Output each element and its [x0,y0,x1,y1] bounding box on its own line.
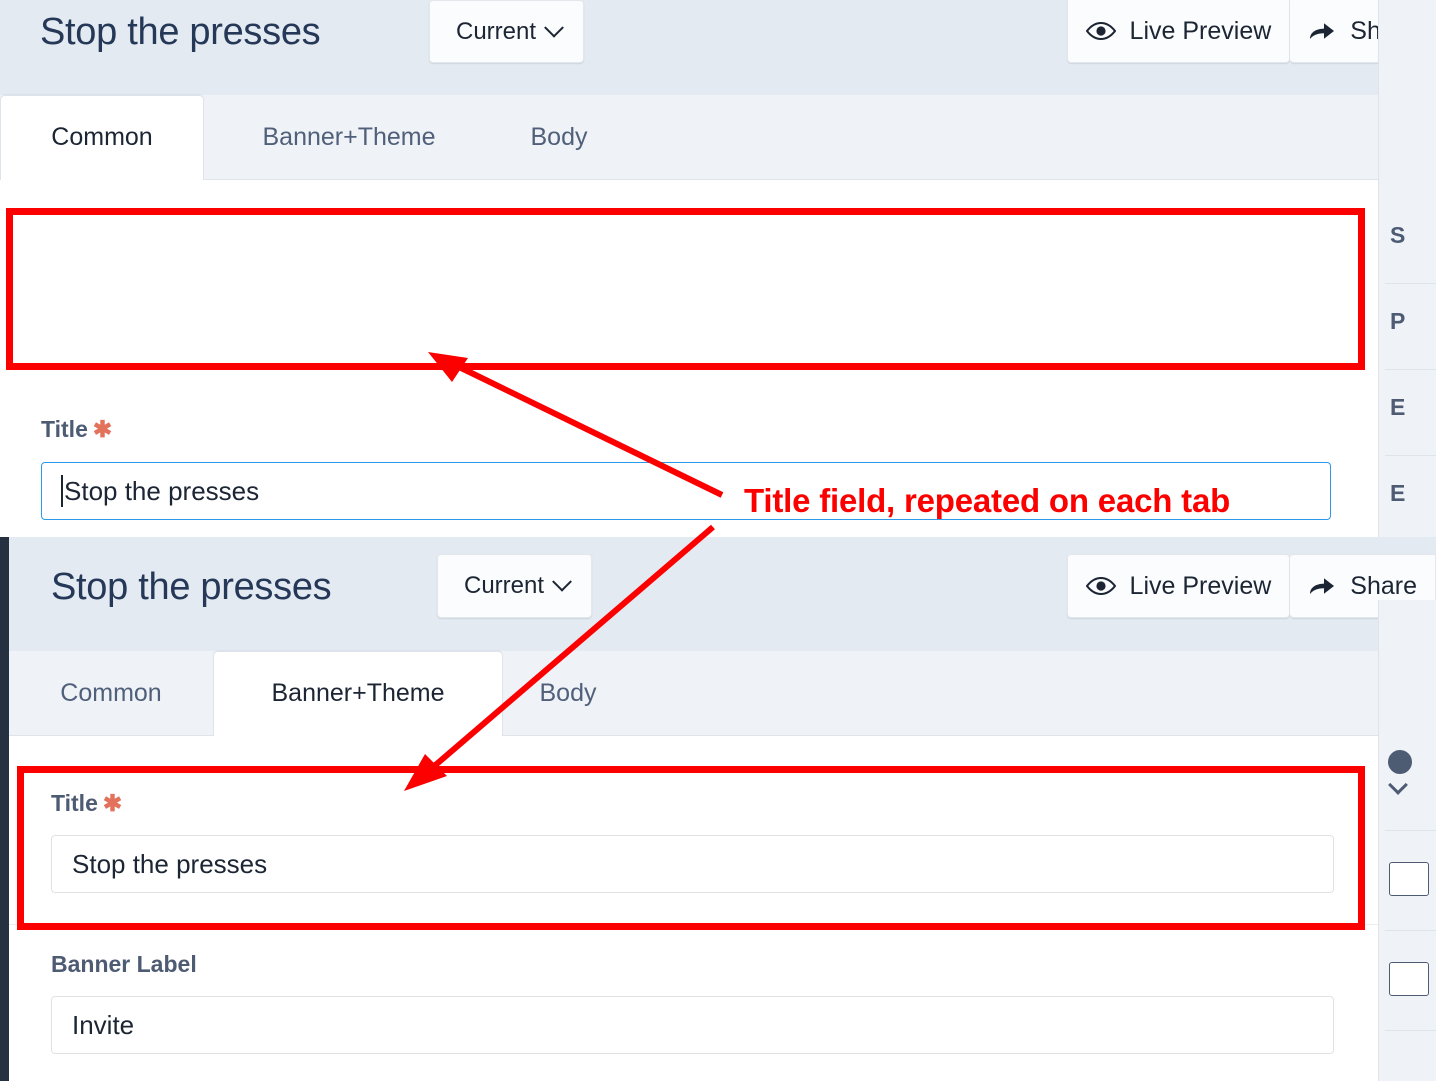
version-dropdown-button[interactable]: Current [429,0,585,63]
share-arrow-icon-bottom [1308,575,1336,597]
rail-item-label-p: P [1390,308,1406,334]
rail-divider-b1 [1385,830,1436,831]
banner-label-input-value: Invite [72,1009,135,1040]
tab-body-label-bottom: Body [539,679,597,707]
title-input-bottom[interactable]: Stop the presses [51,835,1334,893]
rail-divider-b2 [1385,930,1436,931]
tab-banner-theme[interactable]: Banner+Theme [204,95,494,179]
title-field-label: Title ✱ [41,416,112,443]
required-asterisk-bottom: ✱ [102,790,123,816]
form-panel-bottom: Title ✱ Stop the presses Banner Label Inv… [9,736,1378,1081]
eye-icon [1085,21,1116,41]
chevron-down-icon [544,17,564,38]
title-label-text-bottom: Title [51,790,98,816]
left-accent-stripe [0,537,9,1081]
tab-common-label-bottom: Common [60,679,162,707]
version-dropdown-label: Current [456,17,537,45]
live-preview-label-bottom: Live Preview [1129,571,1272,600]
title-field-label-bottom: Title ✱ [51,790,122,817]
tab-banner-theme-bottom[interactable]: Banner+Theme [213,651,503,736]
tabstrip-bottom: Common Banner+Theme Body [9,651,1436,736]
eye-icon-bottom [1085,576,1116,596]
tab-banner-theme-label-bottom: Banner+Theme [271,679,445,707]
tab-body-label: Body [530,123,588,151]
banner-label-input[interactable]: Invite [51,996,1334,1054]
app-header-top: Stop the presses Current Live Preview [0,0,1436,95]
live-preview-button-bottom[interactable]: Live Preview [1066,554,1291,618]
rail-item-label-s: S [1390,222,1406,248]
tab-banner-theme-label: Banner+Theme [262,123,436,151]
bottom-screenshot: Stop the presses Current Live Preview Sh… [0,537,1436,1081]
required-asterisk: ✱ [92,416,113,442]
annotation-label: Title field, repeated on each tab [744,482,1231,519]
right-sidebar-bottom [1378,600,1436,1081]
rail-chevron-down-icon [1388,775,1408,795]
live-preview-button[interactable]: Live Preview [1066,0,1291,63]
tab-common-bottom[interactable]: Common [9,651,213,735]
app-header-bottom: Stop the presses Current Live Preview Sh… [9,537,1436,651]
banner-label-text: Banner Label [51,951,197,977]
tab-body[interactable]: Body [494,95,624,179]
version-dropdown-label-bottom: Current [464,572,545,599]
screenshot-composite: Stop the presses Current Live Preview Co… [0,0,1436,1081]
text-caret [61,475,63,507]
field-divider-bottom [9,924,1378,925]
rail-item-label-e2: E [1390,480,1406,506]
live-preview-label: Live Preview [1129,16,1272,45]
right-sidebar-top: S P E E [1378,0,1436,537]
tab-body-bottom[interactable]: Body [503,651,633,735]
banner-label-field-label: Banner Label [51,951,197,978]
rail-divider-2 [1385,369,1436,370]
chevron-down-icon-bottom [552,571,572,592]
tab-common-label: Common [51,123,153,151]
rail-divider-3 [1385,455,1436,456]
rail-field-box-2[interactable] [1389,962,1429,996]
page-title: Stop the presses [40,11,321,53]
title-label-text: Title [41,416,88,442]
version-dropdown-button-bottom[interactable]: Current [437,554,593,618]
rail-avatar-icon [1388,750,1412,774]
tabstrip-top: Common Banner+Theme Body [0,95,1436,180]
rail-divider-b3 [1385,1030,1436,1031]
title-input-value-bottom: Stop the presses [72,848,268,879]
page-title-bottom: Stop the presses [51,566,332,608]
title-input-value: Stop the presses [64,475,260,506]
top-screenshot: Stop the presses Current Live Preview Co… [0,0,1436,537]
share-label-bottom: Share [1350,571,1417,600]
rail-divider [1385,283,1436,284]
rail-field-box-1[interactable] [1389,862,1429,896]
share-arrow-icon [1308,20,1336,42]
rail-item-label-e1: E [1390,394,1406,420]
tab-common[interactable]: Common [0,95,204,180]
